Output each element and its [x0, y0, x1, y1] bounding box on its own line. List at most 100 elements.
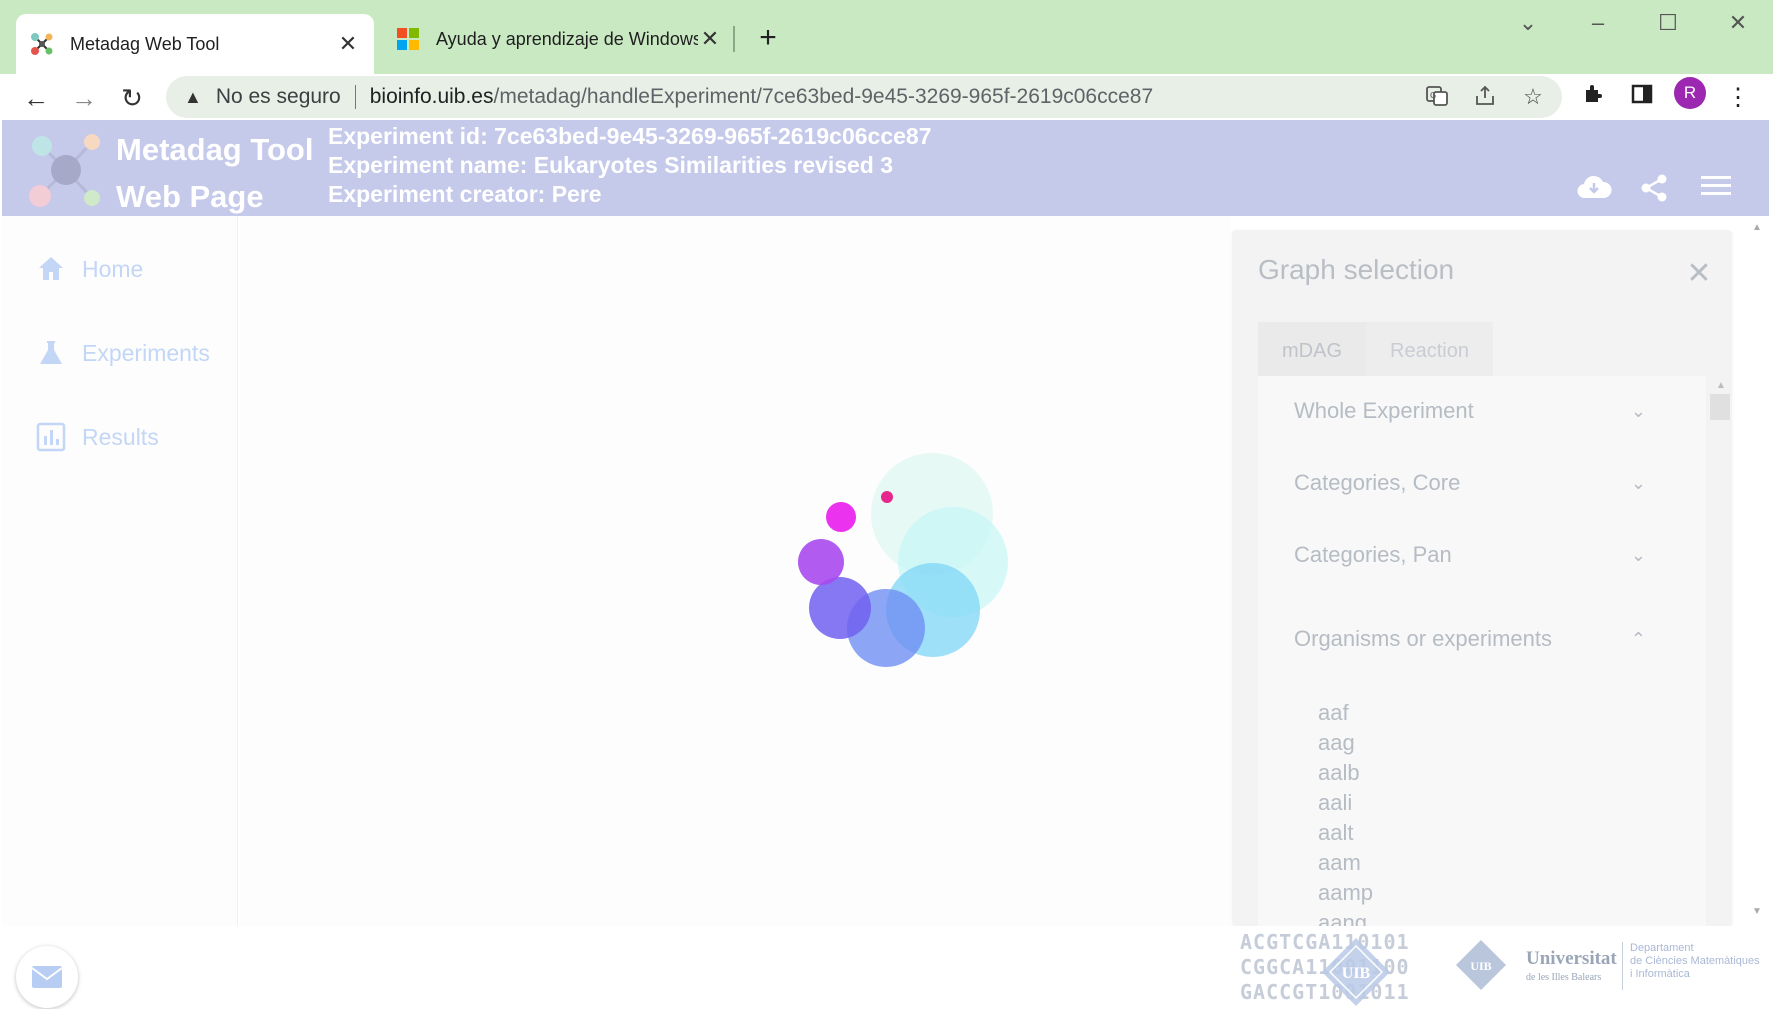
section-categories-core[interactable]: Categories, Core ⌄	[1258, 470, 1678, 496]
tab-metadag[interactable]: Metadag Web Tool ✕	[16, 14, 374, 74]
section-label: Categories, Core	[1294, 470, 1461, 495]
metadag-logo-icon	[26, 128, 106, 208]
section-categories-pan[interactable]: Categories, Pan ⌄	[1258, 542, 1678, 568]
url-host: bioinfo.uib.es	[369, 85, 494, 108]
share-page-icon[interactable]	[1472, 84, 1498, 110]
url-path: /metadag/handleExperiment/7ce63bed-9e45-…	[493, 85, 1154, 108]
share-icon[interactable]	[1636, 172, 1672, 204]
new-tab-plus-icon[interactable]: +	[752, 22, 784, 54]
minimize-icon[interactable]: –	[1578, 10, 1618, 36]
mail-icon	[31, 966, 63, 988]
university-logo[interactable]: UIB Universitat de les Illes Balears Dep…	[1454, 936, 1773, 996]
sidebar-item-home[interactable]: Home	[36, 254, 143, 284]
scroll-up-icon[interactable]: ▲	[1752, 222, 1762, 233]
organism-item[interactable]: aag	[1318, 728, 1355, 758]
extensions-puzzle-icon[interactable]	[1578, 82, 1610, 114]
tab-close-icon[interactable]: ✕	[698, 26, 722, 52]
sidebar-item-label: Results	[82, 423, 159, 450]
app-title-line2: Web Page	[116, 179, 264, 214]
section-label: Whole Experiment	[1294, 398, 1474, 423]
app-title: Metadag Tool Web Page	[116, 126, 313, 220]
panel-close-icon[interactable]: ✕	[1684, 256, 1714, 291]
page-scrollbar[interactable]: ▲ ▼	[1748, 222, 1766, 922]
home-icon	[36, 254, 66, 284]
sidebar-item-experiments[interactable]: Experiments	[36, 338, 210, 368]
organism-item[interactable]: aam	[1318, 848, 1361, 878]
section-organisms[interactable]: Organisms or experiments ⌃	[1258, 626, 1678, 652]
tab-close-icon[interactable]: ✕	[336, 31, 360, 57]
scroll-down-icon[interactable]: ▼	[1752, 906, 1762, 917]
university-subtitle: de les Illes Balears	[1526, 972, 1602, 983]
tab-windows-help[interactable]: Ayuda y aprendizaje de Windows ✕	[386, 14, 732, 64]
sidebar-nav: Home Experiments Results	[2, 216, 238, 926]
cloud-download-icon[interactable]	[1576, 172, 1612, 204]
back-arrow-icon[interactable]: ←	[16, 78, 56, 118]
windows-logo-icon	[396, 27, 420, 51]
chevron-down-icon: ⌄	[1630, 400, 1646, 421]
experiment-info: Experiment id: 7ce63bed-9e45-3269-965f-2…	[328, 122, 932, 209]
tab-separator	[733, 26, 735, 52]
address-divider	[354, 85, 356, 109]
reload-icon[interactable]: ↻	[112, 78, 152, 118]
tab-mdag[interactable]: mDAG	[1258, 322, 1366, 380]
department-name: Departament de Ciències Matemàtiques i I…	[1630, 942, 1760, 981]
graph-type-tabs: mDAG Reaction	[1258, 322, 1493, 380]
browser-tab-strip: Metadag Web Tool ✕ Ayuda y aprendizaje d…	[0, 0, 1773, 74]
svg-text:G: G	[1430, 91, 1436, 100]
list-scrollbar-thumb[interactable]	[1710, 394, 1730, 420]
sidebar-item-results[interactable]: Results	[36, 422, 159, 452]
organism-item[interactable]: aalt	[1318, 818, 1353, 848]
organism-item[interactable]: aang	[1318, 908, 1367, 926]
contact-mail-button[interactable]	[16, 946, 78, 1008]
organism-item[interactable]: aamp	[1318, 878, 1373, 908]
bookmark-star-icon[interactable]: ☆	[1520, 84, 1546, 110]
organism-item[interactable]: aali	[1318, 788, 1352, 818]
flask-icon	[36, 338, 66, 368]
tab-reaction[interactable]: Reaction	[1366, 322, 1493, 380]
hamburger-menu-icon[interactable]	[1698, 172, 1734, 204]
tab-search-chevron-icon[interactable]: ⌄	[1508, 10, 1548, 36]
section-whole-experiment[interactable]: Whole Experiment ⌄	[1258, 398, 1678, 424]
address-bar[interactable]: ▲ No es seguro bioinfo.uib.es/metadag/ha…	[166, 76, 1562, 118]
window-close-icon[interactable]: ✕	[1718, 10, 1758, 36]
chevron-down-icon: ⌄	[1630, 472, 1646, 493]
graph-selection-list: ▲ Whole Experiment ⌄ Categories, Core ⌄ …	[1258, 376, 1730, 926]
sidebar-item-label: Experiments	[82, 339, 210, 366]
chevron-down-icon: ⌄	[1630, 544, 1646, 565]
uib-diamond-logo-icon: UIB	[1320, 936, 1392, 1008]
app-header: Metadag Tool Web Page Experiment id: 7ce…	[2, 120, 1769, 216]
forward-arrow-icon[interactable]: →	[64, 78, 104, 118]
department-line: Departament	[1630, 942, 1694, 954]
security-status[interactable]: No es seguro	[216, 85, 341, 109]
tab-title: Ayuda y aprendizaje de Windows	[436, 28, 698, 49]
organism-item[interactable]: aaf	[1318, 698, 1349, 728]
maximize-icon[interactable]: ☐	[1648, 10, 1688, 36]
translate-icon[interactable]: G	[1424, 84, 1450, 110]
university-name: Universitat	[1526, 948, 1617, 969]
sidebar-item-label: Home	[82, 255, 144, 282]
warning-triangle-icon[interactable]: ▲	[184, 87, 202, 108]
loading-spinner	[790, 450, 1020, 680]
side-panel-icon[interactable]	[1626, 82, 1658, 114]
chevron-up-icon: ⌃	[1630, 628, 1646, 649]
svg-text:UIB: UIB	[1342, 965, 1371, 982]
experiment-name: Experiment name: Eukaryotes Similarities…	[328, 152, 894, 178]
browser-menu-dots-icon[interactable]: ⋮	[1722, 82, 1754, 114]
tab-title: Metadag Web Tool	[70, 33, 220, 54]
uib-mark-icon: UIB	[1454, 938, 1508, 992]
profile-avatar[interactable]: R	[1674, 77, 1706, 109]
organism-item[interactable]: aalb	[1318, 758, 1360, 788]
metadag-favicon-icon	[30, 32, 54, 56]
bar-chart-icon	[36, 422, 66, 452]
section-label: Categories, Pan	[1294, 542, 1452, 567]
page-footer: ACGTCGA110101 CGGCA11001100 GACCGT100101…	[2, 926, 1769, 1008]
browser-toolbar: ← → ↻ ▲ No es seguro bioinfo.uib.es/meta…	[0, 74, 1773, 120]
experiment-creator: Experiment creator: Pere	[328, 181, 602, 207]
svg-text:UIB: UIB	[1470, 959, 1491, 973]
logo-divider	[1622, 942, 1623, 990]
app-title-line1: Metadag Tool	[116, 132, 314, 167]
list-scroll-up-icon[interactable]: ▲	[1716, 380, 1726, 391]
panel-title: Graph selection	[1258, 254, 1455, 285]
department-line: i Informàtica	[1630, 968, 1690, 980]
section-label: Organisms or experiments	[1294, 626, 1552, 651]
